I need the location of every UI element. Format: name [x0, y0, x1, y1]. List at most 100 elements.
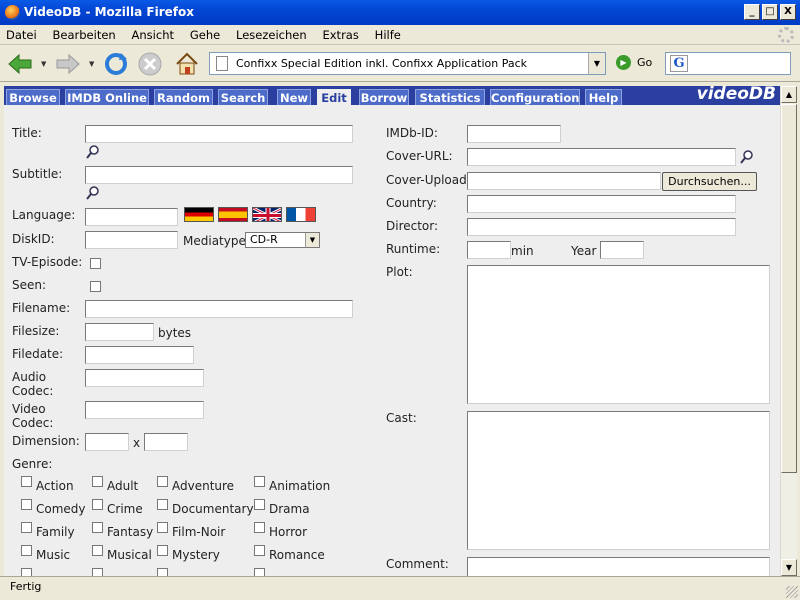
- tab-help[interactable]: Help: [585, 89, 622, 105]
- vertical-scrollbar[interactable]: ▲ ▼: [780, 86, 797, 576]
- cover-url-input[interactable]: [467, 148, 736, 166]
- genre-comedy-checkbox[interactable]: [21, 499, 32, 510]
- genre-horror-label: Horror: [269, 525, 308, 539]
- menu-lesezeichen[interactable]: Lesezeichen: [230, 25, 313, 45]
- firefox-icon: [5, 5, 20, 20]
- cast-textarea[interactable]: [467, 411, 770, 550]
- forward-dropdown-icon[interactable]: ▼: [89, 60, 97, 68]
- runtime-input[interactable]: [467, 241, 511, 259]
- scrollbar-thumb[interactable]: [781, 104, 797, 473]
- genre-adult-checkbox[interactable]: [92, 476, 103, 487]
- genre-cutoff-checkbox[interactable]: [92, 568, 103, 576]
- video-codec-input[interactable]: [85, 401, 204, 419]
- genre-cutoff-checkbox[interactable]: [21, 568, 32, 576]
- genre-adventure-checkbox[interactable]: [157, 476, 168, 487]
- search-input[interactable]: G: [665, 52, 791, 75]
- tab-edit[interactable]: Edit: [317, 89, 351, 105]
- genre-film-noir-checkbox[interactable]: [157, 522, 168, 533]
- uk-flag[interactable]: [252, 207, 282, 222]
- menu-gehe[interactable]: Gehe: [184, 25, 226, 45]
- magnifier-icon[interactable]: [86, 186, 100, 200]
- director-input[interactable]: [467, 218, 736, 236]
- menu-bearbeiten[interactable]: Bearbeiten: [47, 25, 122, 45]
- seen-checkbox[interactable]: [90, 281, 101, 292]
- language-input[interactable]: [85, 208, 178, 226]
- filedate-input[interactable]: [85, 346, 194, 364]
- mediatype-select[interactable]: CD-R ▼: [245, 232, 320, 248]
- google-icon: G: [670, 55, 688, 72]
- filedate-label: Filedate:: [12, 347, 64, 361]
- country-input[interactable]: [467, 195, 736, 213]
- tab-statistics[interactable]: Statistics: [415, 89, 485, 105]
- genre-romance-checkbox[interactable]: [254, 545, 265, 556]
- tab-imdb-online[interactable]: IMDB Online: [65, 89, 149, 105]
- genre-cutoff-checkbox[interactable]: [157, 568, 168, 576]
- genre-fantasy-checkbox[interactable]: [92, 522, 103, 533]
- genre-musical-checkbox[interactable]: [92, 545, 103, 556]
- tab-new[interactable]: New: [277, 89, 311, 105]
- genre-comedy-label: Comedy: [36, 502, 86, 516]
- genre-music-checkbox[interactable]: [21, 545, 32, 556]
- menu-ansicht[interactable]: Ansicht: [126, 25, 180, 45]
- magnifier-icon[interactable]: [740, 150, 754, 164]
- resize-grip-icon[interactable]: [786, 586, 798, 598]
- genre-documentary-checkbox[interactable]: [157, 499, 168, 510]
- back-dropdown-icon[interactable]: ▼: [41, 60, 49, 68]
- genre-family-checkbox[interactable]: [21, 522, 32, 533]
- back-button[interactable]: [6, 50, 34, 78]
- stop-button[interactable]: [136, 50, 164, 78]
- menu-datei[interactable]: Datei: [0, 25, 43, 45]
- reload-button[interactable]: [102, 50, 130, 78]
- scroll-down-icon[interactable]: ▼: [781, 559, 797, 576]
- forward-button[interactable]: [54, 50, 82, 78]
- tab-browse[interactable]: Browse: [6, 89, 60, 105]
- home-button[interactable]: [173, 50, 201, 78]
- genre-crime-label: Crime: [107, 502, 143, 516]
- year-label: Year: [571, 244, 597, 258]
- genre-family-label: Family: [36, 525, 75, 539]
- close-button[interactable]: X: [780, 4, 796, 20]
- diskid-input[interactable]: [85, 231, 178, 249]
- subtitle-input[interactable]: [85, 166, 353, 184]
- audio-codec-input[interactable]: [85, 369, 204, 387]
- genre-horror-checkbox[interactable]: [254, 522, 265, 533]
- title-input[interactable]: [85, 125, 353, 143]
- dimension-height-input[interactable]: [144, 433, 188, 451]
- maximize-button[interactable]: □: [762, 4, 778, 20]
- url-text: Confixx Special Edition inkl. Confixx Ap…: [236, 57, 528, 70]
- tv-episode-checkbox[interactable]: [90, 258, 101, 269]
- genre-cutoff-checkbox[interactable]: [254, 568, 265, 576]
- genre-animation-checkbox[interactable]: [254, 476, 265, 487]
- tab-borrow[interactable]: Borrow: [359, 89, 409, 105]
- url-bar[interactable]: Confixx Special Edition inkl. Confixx Ap…: [209, 52, 606, 75]
- filename-input[interactable]: [85, 300, 353, 318]
- comment-textarea[interactable]: [467, 557, 770, 576]
- year-input[interactable]: [600, 241, 644, 259]
- scroll-up-icon[interactable]: ▲: [781, 86, 797, 103]
- genre-adult-label: Adult: [107, 479, 139, 493]
- minimize-button[interactable]: _: [744, 4, 760, 20]
- genre-action-checkbox[interactable]: [21, 476, 32, 487]
- browse-file-button[interactable]: Durchsuchen...: [662, 172, 757, 191]
- spanish-flag[interactable]: [218, 207, 248, 222]
- genre-mystery-checkbox[interactable]: [157, 545, 168, 556]
- go-button[interactable]: ▶ Go: [616, 55, 652, 70]
- german-flag[interactable]: [184, 207, 214, 222]
- tab-search[interactable]: Search: [218, 89, 268, 105]
- menu-hilfe[interactable]: Hilfe: [369, 25, 407, 45]
- magnifier-icon[interactable]: [86, 145, 100, 159]
- window-titlebar: VideoDB - Mozilla Firefox _ □ X: [0, 0, 800, 25]
- url-dropdown-icon[interactable]: ▼: [588, 53, 605, 74]
- genre-mystery-label: Mystery: [172, 548, 220, 562]
- genre-drama-checkbox[interactable]: [254, 499, 265, 510]
- tab-configuration[interactable]: Configuration: [490, 89, 580, 105]
- plot-textarea[interactable]: [467, 265, 770, 404]
- imdb-id-input[interactable]: [467, 125, 561, 143]
- genre-crime-checkbox[interactable]: [92, 499, 103, 510]
- cover-upload-input[interactable]: [467, 172, 661, 190]
- menu-extras[interactable]: Extras: [316, 25, 364, 45]
- tab-random[interactable]: Random: [154, 89, 213, 105]
- french-flag[interactable]: [286, 207, 316, 222]
- filesize-input[interactable]: [85, 323, 154, 341]
- dimension-width-input[interactable]: [85, 433, 129, 451]
